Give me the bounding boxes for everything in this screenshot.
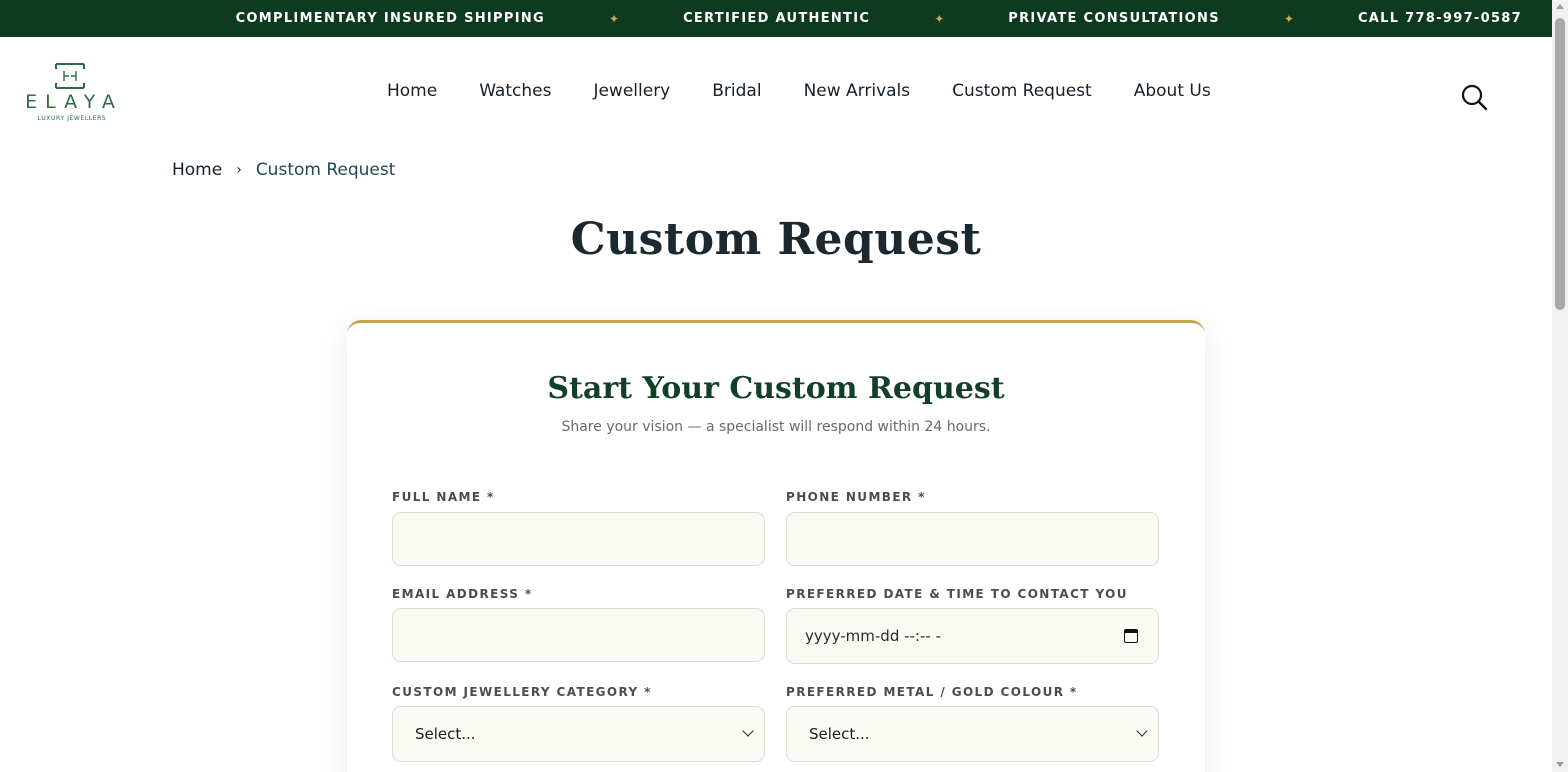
- announcement-consultations: PRIVATE CONSULTATIONS: [1008, 11, 1220, 26]
- category-select[interactable]: Select...: [392, 706, 765, 762]
- email-field[interactable]: [392, 608, 765, 662]
- form-title: Start Your Custom Request: [547, 371, 1005, 406]
- main-nav: Home Watches Jewellery Bridal New Arriva…: [366, 81, 1232, 101]
- page-title: Custom Request: [570, 214, 982, 265]
- form-subtitle: Share your vision — a specialist will re…: [561, 419, 991, 435]
- metal-colour-select-value: Select...: [809, 725, 870, 743]
- metal-colour-label: PREFERRED METAL / GOLD COLOUR *: [786, 685, 1078, 699]
- star-separator-icon: ✦: [934, 11, 945, 26]
- nav-home[interactable]: Home: [387, 81, 437, 101]
- nav-new-arrivals[interactable]: New Arrivals: [804, 81, 911, 101]
- breadcrumb-home-link[interactable]: Home: [172, 160, 222, 180]
- nav-about-us[interactable]: About Us: [1134, 81, 1211, 101]
- star-separator-icon: ✦: [609, 11, 620, 26]
- search-icon[interactable]: [1460, 83, 1488, 111]
- contact-datetime-field[interactable]: yyyy-mm-dd --:-- -: [786, 608, 1159, 664]
- category-label: CUSTOM JEWELLERY CATEGORY *: [392, 685, 652, 699]
- chevron-right-icon: ›: [236, 162, 242, 178]
- logo-wordmark: ELAYA: [25, 91, 123, 113]
- logo-mark-icon: [55, 63, 85, 89]
- phone-number-label: PHONE NUMBER *: [786, 490, 926, 504]
- calendar-icon[interactable]: [1124, 629, 1138, 643]
- nav-custom-request[interactable]: Custom Request: [952, 81, 1092, 101]
- nav-watches[interactable]: Watches: [479, 81, 551, 101]
- full-name-label: FULL NAME *: [392, 490, 495, 504]
- chevron-down-icon: [742, 725, 754, 737]
- breadcrumb: Home › Custom Request: [172, 160, 395, 180]
- contact-datetime-label: PREFERRED DATE & TIME TO CONTACT YOU: [786, 587, 1128, 601]
- star-separator-icon: ✦: [1283, 11, 1294, 26]
- announcement-bar: COMPLIMENTARY INSURED SHIPPING ✦ CERTIFI…: [0, 0, 1552, 37]
- full-name-field[interactable]: [392, 512, 765, 566]
- metal-colour-select[interactable]: Select...: [786, 706, 1159, 762]
- announcement-shipping: COMPLIMENTARY INSURED SHIPPING: [235, 11, 545, 26]
- scroll-down-arrow-icon[interactable]: [1556, 762, 1564, 767]
- datetime-placeholder: yyyy-mm-dd --:-- -: [805, 627, 941, 645]
- announcement-authentic: CERTIFIED AUTHENTIC: [683, 11, 871, 26]
- announcement-phone-link[interactable]: CALL 778-997-0587: [1358, 11, 1522, 26]
- scroll-up-arrow-icon[interactable]: [1556, 4, 1564, 9]
- page-scrollbar[interactable]: [1552, 0, 1568, 772]
- email-label: EMAIL ADDRESS *: [392, 587, 533, 601]
- logo-tagline: LUXURY JEWELLERS: [37, 115, 107, 122]
- site-logo[interactable]: ELAYA LUXURY JEWELLERS: [14, 61, 130, 127]
- chevron-down-icon: [1136, 725, 1148, 737]
- site-header: ELAYA LUXURY JEWELLERS Home Watches Jewe…: [0, 37, 1552, 147]
- phone-number-field[interactable]: [786, 512, 1159, 566]
- nav-bridal[interactable]: Bridal: [712, 81, 761, 101]
- scrollbar-thumb[interactable]: [1555, 18, 1565, 310]
- breadcrumb-current: Custom Request: [255, 160, 396, 180]
- nav-jewellery[interactable]: Jewellery: [593, 81, 670, 101]
- custom-request-form: Start Your Custom Request Share your vis…: [347, 320, 1205, 772]
- category-select-value: Select...: [415, 725, 476, 743]
